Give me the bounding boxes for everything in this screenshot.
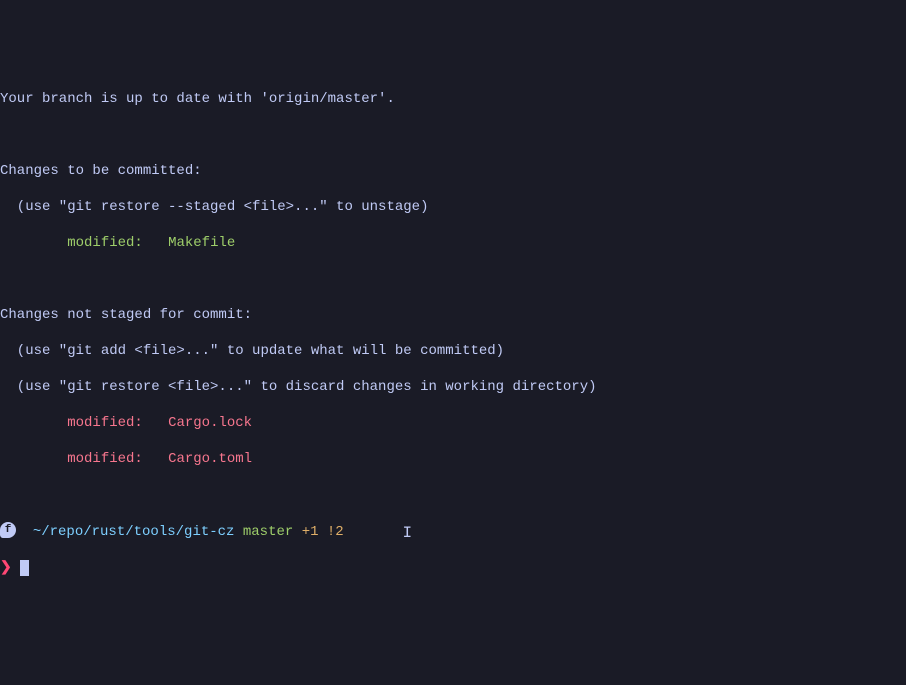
unstaged-hint1: (use "git add <file>..." to update what … [0, 342, 906, 360]
staged-file-row: modified: Makefile [0, 234, 906, 252]
file-name: Cargo.lock [168, 415, 252, 431]
unstaged-file-row: modified: Cargo.toml [0, 450, 906, 468]
prompt-branch: master [243, 524, 293, 540]
fedora-icon: f [0, 522, 16, 538]
prompt-path: ~/repo/rust/tools/git-cz [33, 524, 235, 540]
staged-header: Changes to be committed: [0, 162, 906, 180]
file-status: modified: [67, 451, 143, 467]
unstaged-header: Changes not staged for commit: [0, 306, 906, 324]
file-name: Cargo.toml [168, 451, 252, 467]
file-name: Makefile [168, 235, 235, 251]
prompt-staged-count: +1 [302, 524, 319, 540]
unstaged-hint2: (use "git restore <file>..." to discard … [0, 378, 906, 396]
file-status: modified: [67, 415, 143, 431]
blank-line [0, 126, 906, 144]
staged-hint: (use "git restore --staged <file>..." to… [0, 198, 906, 216]
prompt-line-2[interactable]: ❯ [0, 559, 906, 577]
file-status: modified: [67, 235, 143, 251]
prompt-unstaged-count: !2 [327, 524, 344, 540]
branch-sync-line: Your branch is up to date with 'origin/m… [0, 90, 906, 108]
text-cursor-icon: I [403, 524, 413, 542]
blank-line [0, 486, 906, 504]
prompt-line-1: f ~/repo/rust/tools/git-cz master +1 !2 … [0, 522, 906, 541]
block-cursor [20, 560, 29, 576]
unstaged-file-row: modified: Cargo.lock [0, 414, 906, 432]
terminal-output[interactable]: Your branch is up to date with 'origin/m… [0, 72, 906, 595]
blank-line [0, 270, 906, 288]
prompt-symbol: ❯ [0, 560, 12, 576]
